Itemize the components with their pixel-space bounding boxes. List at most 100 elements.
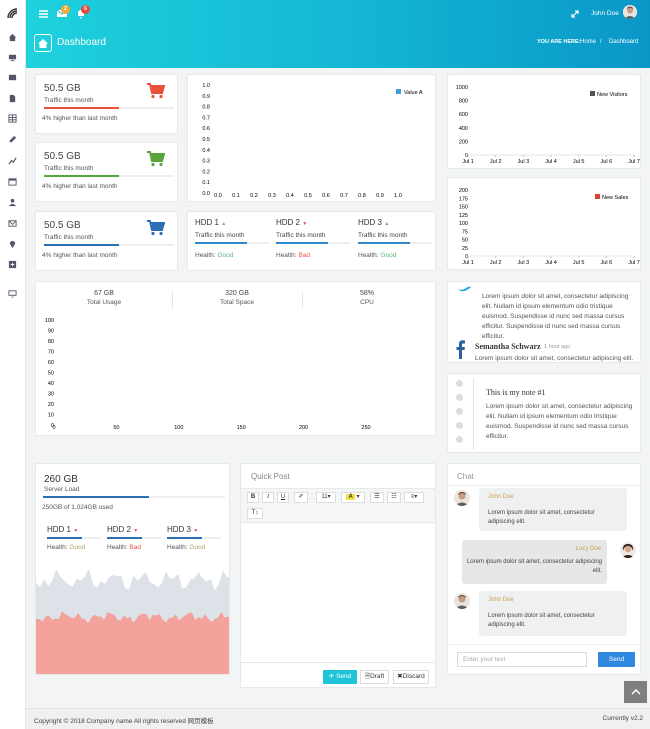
server-hdd-1: HDD 1 ▼ [47, 525, 78, 534]
health-label: Health: [276, 252, 297, 259]
chat-message: John Doe Lorem ipsum dolor sit amet, con… [479, 591, 627, 636]
y-tick-label: 0.2 [202, 169, 210, 175]
legend-label: New Sales [602, 195, 629, 201]
user-name[interactable]: John Doe [591, 10, 619, 17]
y-tick-label: 50 [48, 371, 54, 377]
note-margin-line [473, 378, 474, 450]
x-tick-label: Jul 2 [490, 260, 502, 266]
usage-chart: 10090807060504030201000 50 100 150 200 250 [45, 318, 371, 431]
ordered-list-button[interactable]: ☷ [387, 492, 401, 503]
eraser-button[interactable]: ✐ [294, 492, 308, 503]
chat-message: John Doe Lorem ipsum dolor sit amet, con… [479, 488, 627, 531]
expand-icon[interactable] [571, 10, 579, 18]
health-label: Health: [47, 544, 68, 551]
chat-text: Lorem ipsum dolor sit amet, consectetur … [488, 510, 595, 525]
y-tick-label: 80 [48, 339, 54, 345]
hdd-title: HDD 2 [107, 525, 132, 534]
x-tick-label: 0.8 [358, 193, 366, 199]
health-label: Health: [195, 252, 216, 259]
chat-input[interactable]: Enter your text [457, 652, 587, 667]
edit-icon[interactable] [7, 134, 18, 145]
breadcrumb-separator: / [600, 39, 602, 45]
monitor-icon[interactable] [7, 288, 18, 299]
divider [302, 292, 303, 308]
chevron-up-icon [630, 689, 641, 695]
traffic-label: Traffic this month [44, 234, 94, 241]
plus-square-icon[interactable] [7, 259, 18, 270]
chat-message: Lucy Doe Lorem ipsum dolor sit amet, con… [462, 540, 607, 584]
chart-icon[interactable] [7, 155, 18, 166]
chat-card: Chat John Doe Lorem ipsum dolor sit amet… [447, 463, 642, 675]
user-avatar[interactable] [623, 5, 637, 19]
user-icon[interactable] [7, 197, 18, 208]
x-tick-label: 200 [299, 425, 308, 431]
y-tick-label: 800 [459, 99, 468, 105]
unordered-list-button[interactable]: ☰ [370, 492, 384, 503]
table-icon[interactable] [7, 113, 18, 124]
caret-down-icon: ▼ [302, 221, 308, 227]
traffic-progress [44, 107, 174, 109]
file-icon[interactable] [7, 93, 18, 104]
scroll-top-button[interactable] [624, 681, 647, 703]
x-tick-label: 150 [237, 425, 246, 431]
x-tick-label: 0.0 [214, 193, 222, 199]
hdd-progress [47, 537, 101, 539]
hdd-3: HDD 3 ▲ Traffic this month Health: Good [358, 212, 438, 270]
y-tick-label: 0.8 [202, 105, 210, 111]
traffic-value: 50.5 GB [44, 151, 81, 162]
traffic-note: 4% higher than last month [42, 183, 118, 190]
breadcrumb-home[interactable]: Home [580, 39, 596, 45]
x-tick-label: Jul 1 [462, 260, 474, 266]
space-value: 320 GB [225, 290, 249, 297]
traffic-card-2: 50.5 GB Traffic this month 4% higher tha… [35, 142, 178, 202]
traffic-card-1: 50.5 GB Traffic this month 4% higher tha… [35, 74, 178, 134]
y-tick-label: 0.0 [202, 191, 210, 197]
traffic-note: 4% higher than last month [42, 252, 118, 259]
footer: Copyright © 2018 Company name All rights… [26, 708, 650, 729]
note-card: This is my note #1 Lorem ipsum dolor sit… [447, 373, 641, 453]
traffic-value: 50.5 GB [44, 83, 81, 94]
desktop-icon[interactable] [7, 52, 18, 63]
post-editor[interactable] [241, 524, 435, 662]
paragraph-align-button[interactable]: ≡▾ [404, 492, 424, 503]
hdd-label: Traffic this month [358, 232, 408, 239]
x-tick-label: Jul 4 [545, 260, 557, 266]
x-tick-label: Jul 5 [573, 260, 585, 266]
divider [172, 292, 173, 308]
logo-icon[interactable] [6, 7, 19, 20]
map-marker-icon[interactable] [7, 239, 18, 250]
y-tick-label: 70 [48, 350, 54, 356]
x-tick-label: 0.3 [268, 193, 276, 199]
home-icon[interactable] [7, 32, 18, 43]
y-tick-label: 90 [48, 329, 54, 335]
shopping-cart-icon [147, 220, 165, 236]
font-size-select[interactable]: 11▾ [316, 492, 336, 503]
y-tick-label: 200 [459, 139, 468, 145]
inbox-icon[interactable] [7, 72, 18, 83]
chat-send-button[interactable]: Send [598, 652, 635, 667]
y-tick-label: 0.5 [202, 137, 210, 143]
x-tick-label: Jul 4 [545, 159, 557, 165]
y-tick-label: 0.4 [202, 148, 210, 154]
y-tick-label: 1000 [456, 85, 468, 91]
cpu-label: CPU [360, 299, 374, 306]
y-tick-label: 200 [459, 188, 468, 194]
draft-button[interactable]: 🗎Draft [360, 670, 389, 684]
hdd-progress [195, 242, 269, 244]
menu-icon[interactable] [39, 10, 48, 18]
discard-button[interactable]: ✖Discard [393, 670, 429, 684]
facebook-time: 1 hour ago [544, 344, 571, 350]
mail-badge: 2 [61, 5, 70, 14]
hdd-title: HDD 1 [195, 218, 220, 227]
calendar-icon[interactable] [7, 176, 18, 187]
mail-icon[interactable] [7, 218, 18, 229]
send-post-button[interactable]: ✈ Send [323, 670, 357, 684]
health-status: Good [69, 544, 86, 551]
bold-button[interactable]: B [247, 492, 259, 503]
underline-button[interactable]: U [277, 492, 289, 503]
traffic-progress [44, 244, 174, 246]
hdd-progress [167, 537, 221, 539]
italic-button[interactable]: I [262, 492, 274, 503]
text-height-button[interactable]: T↕ [247, 508, 263, 519]
color-button[interactable]: A ▾ [341, 492, 365, 503]
